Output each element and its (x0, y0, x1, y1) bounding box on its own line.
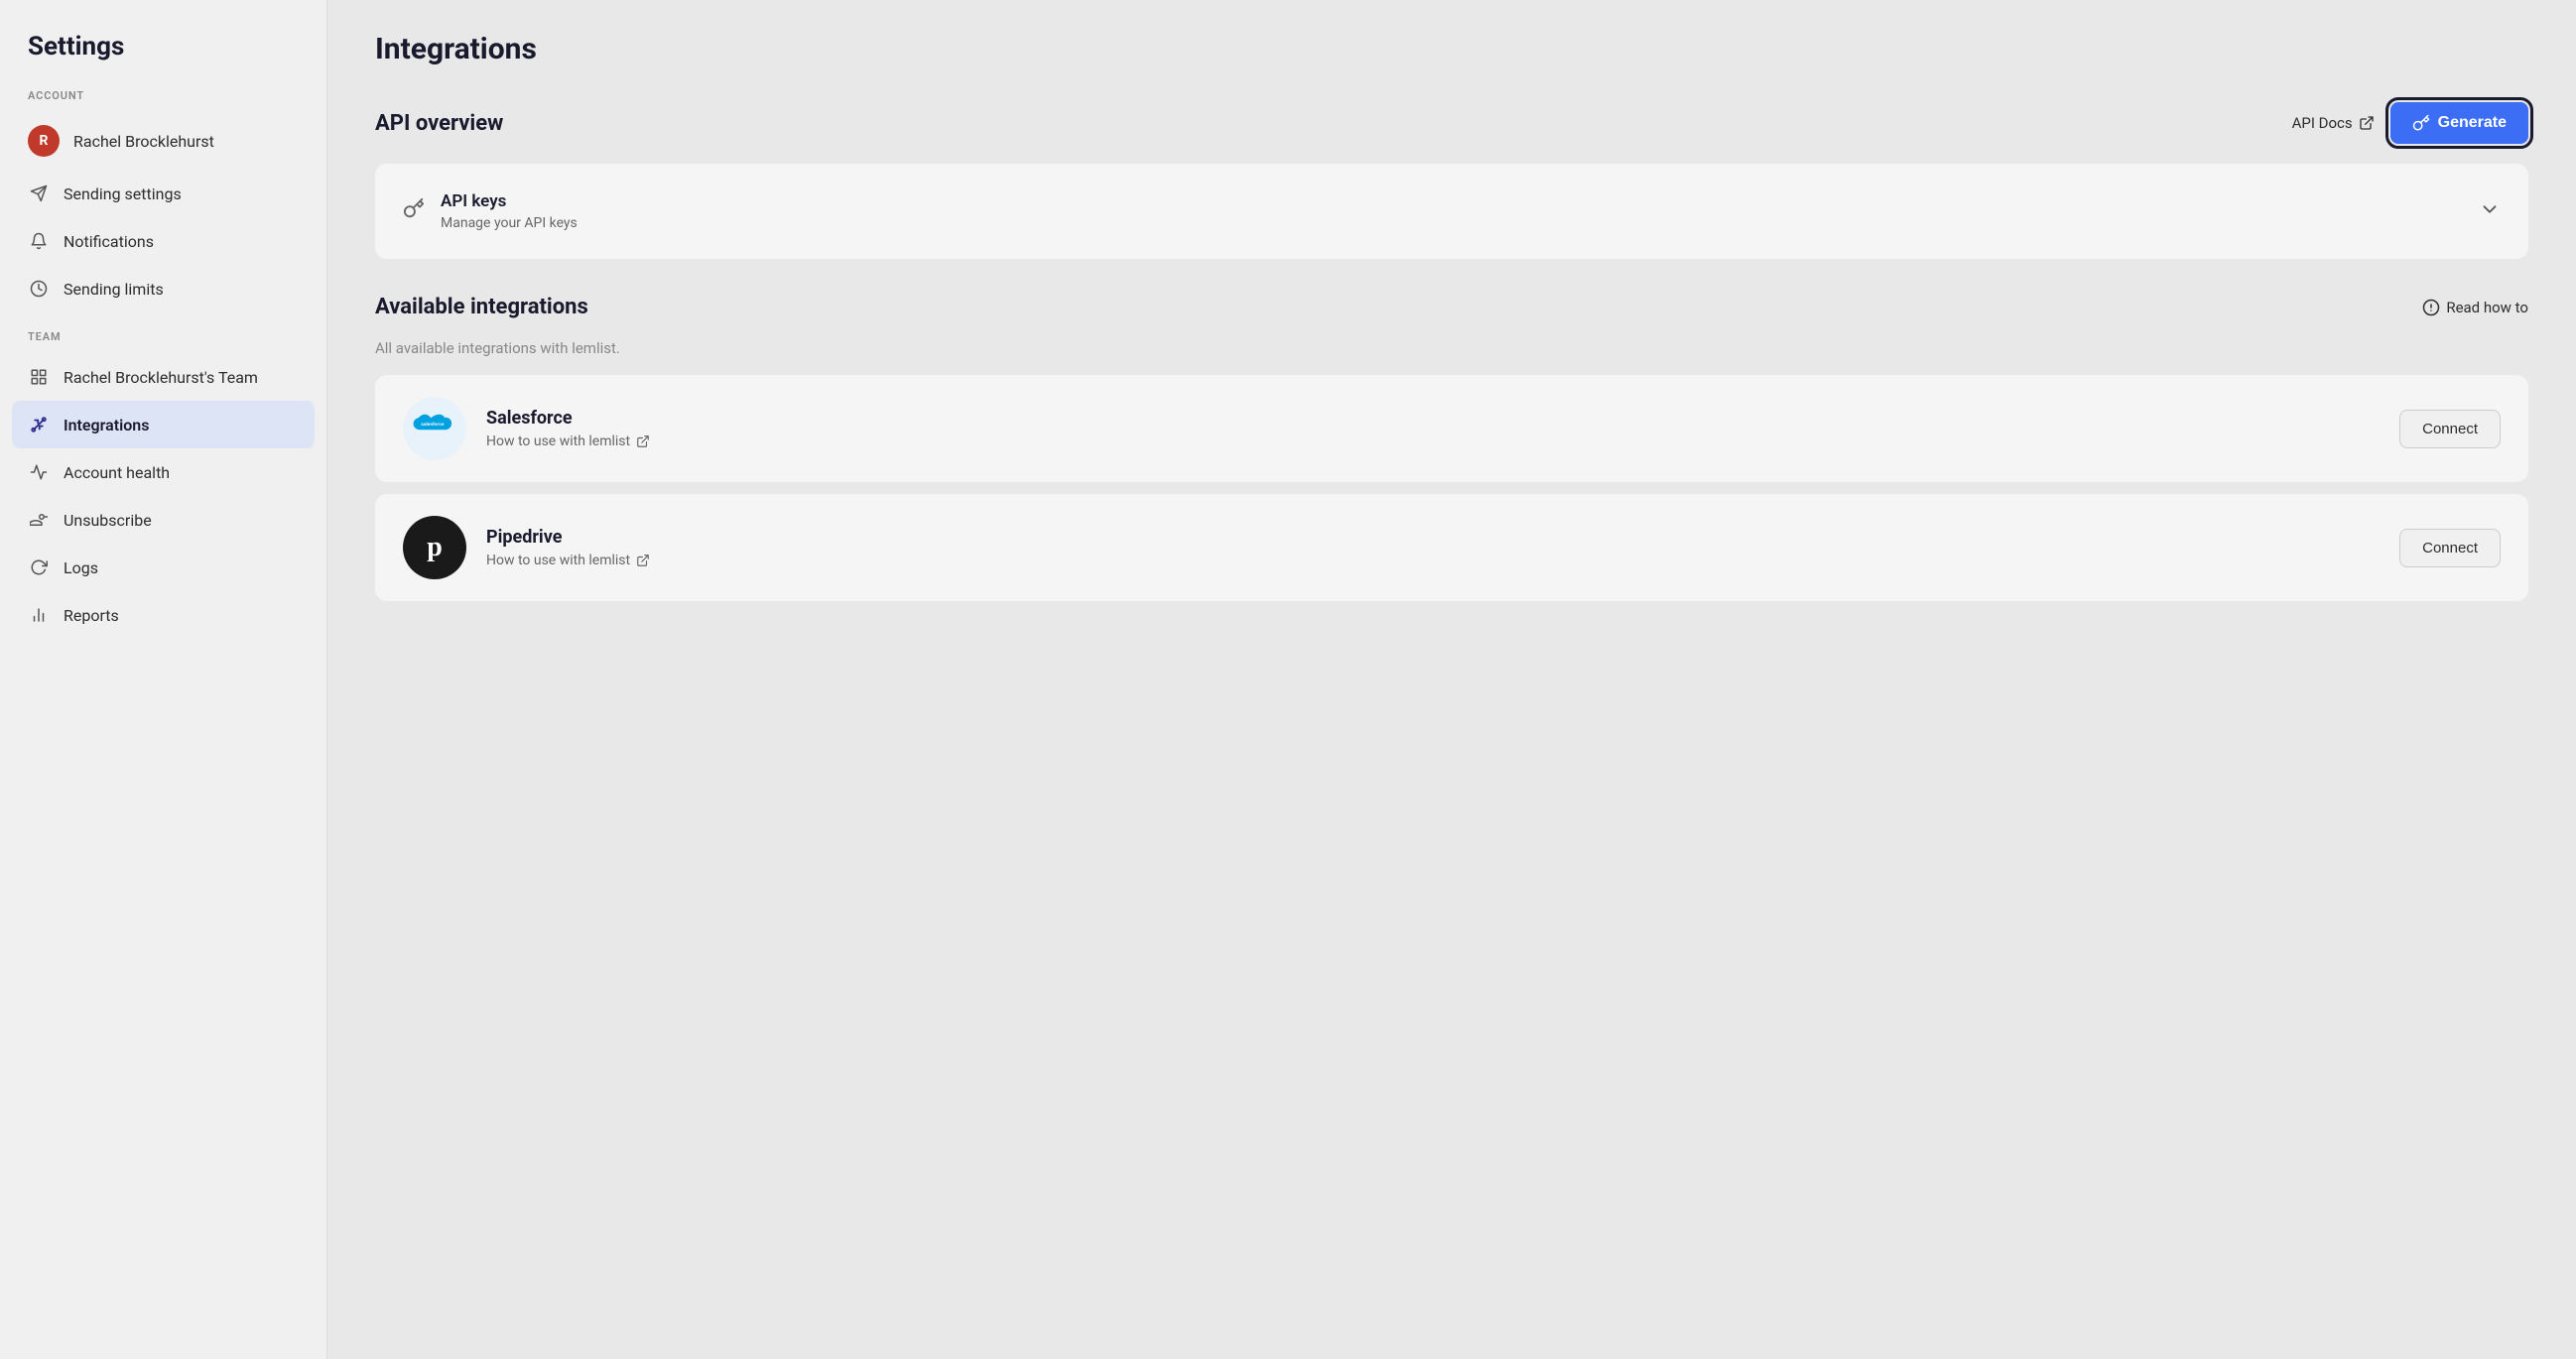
api-overview-title: API overview (375, 111, 503, 136)
pipedrive-info: Pipedrive How to use with lemlist (486, 527, 2380, 568)
activity-icon (28, 461, 50, 483)
integrations-title: Available integrations (375, 295, 588, 319)
salesforce-connect-button[interactable]: Connect (2399, 410, 2501, 448)
generate-label: Generate (2438, 114, 2507, 132)
user-minus-icon (28, 509, 50, 531)
integrations-description: All available integrations with lemlist. (375, 339, 2528, 357)
key-icon (2412, 114, 2430, 132)
external-link-icon (2359, 115, 2375, 131)
account-section-label: ACCOUNT (0, 89, 326, 112)
grid-icon (28, 366, 50, 388)
sidebar-item-label: Sending settings (64, 185, 182, 203)
sidebar: Settings ACCOUNT R Rachel Brocklehurst S… (0, 0, 327, 1359)
api-keys-row: API keys Manage your API keys (403, 191, 2501, 231)
bell-icon (28, 230, 50, 252)
page-title: Integrations (375, 32, 2528, 66)
api-docs-link[interactable]: API Docs (2292, 114, 2375, 132)
salesforce-name: Salesforce (486, 408, 2380, 429)
svg-text:salesforce: salesforce (421, 422, 445, 427)
sidebar-item-account-health[interactable]: Account health (0, 448, 326, 496)
sidebar-item-label: Unsubscribe (64, 511, 152, 530)
info-icon (2422, 299, 2440, 316)
api-keys-sub: Manage your API keys (441, 215, 2463, 231)
salesforce-info: Salesforce How to use with lemlist (486, 408, 2380, 449)
api-keys-info: API keys Manage your API keys (441, 191, 2463, 231)
sidebar-item-label: Logs (64, 558, 98, 577)
available-integrations-section: Available integrations Read how to All a… (375, 295, 2528, 601)
sidebar-item-label: Sending limits (64, 280, 164, 299)
sidebar-item-integrations[interactable]: Integrations (12, 401, 315, 448)
read-how-to-link[interactable]: Read how to (2422, 299, 2528, 316)
sidebar-item-label: Rachel Brocklehurst's Team (64, 368, 258, 387)
integrations-header: Available integrations Read how to (375, 295, 2528, 319)
sidebar-item-label: Notifications (64, 232, 154, 251)
sidebar-item-reports[interactable]: Reports (0, 591, 326, 639)
api-key-icon (403, 197, 425, 225)
send-icon (28, 183, 50, 204)
pipedrive-logo-letter: p (427, 532, 443, 563)
read-how-to-label: Read how to (2446, 299, 2528, 316)
external-link-icon (636, 554, 650, 567)
sidebar-item-user[interactable]: R Rachel Brocklehurst (0, 112, 326, 170)
sidebar-title: Settings (0, 32, 326, 89)
api-overview-card: API keys Manage your API keys (375, 164, 2528, 259)
sidebar-item-notifications[interactable]: Notifications (0, 217, 326, 265)
sidebar-item-team[interactable]: Rachel Brocklehurst's Team (0, 353, 326, 401)
chevron-down-icon[interactable] (2479, 198, 2501, 225)
pipedrive-logo: p (403, 516, 466, 579)
sidebar-item-sending-settings[interactable]: Sending settings (0, 170, 326, 217)
api-docs-label: API Docs (2292, 114, 2353, 132)
generate-button[interactable]: Generate (2390, 102, 2528, 144)
sidebar-item-logs[interactable]: Logs (0, 544, 326, 591)
pipedrive-connect-button[interactable]: Connect (2399, 529, 2501, 567)
sidebar-item-label: Rachel Brocklehurst (73, 132, 214, 151)
sidebar-item-label: Integrations (64, 416, 149, 434)
sidebar-item-sending-limits[interactable]: Sending limits (0, 265, 326, 312)
api-overview-header: API overview API Docs Generate (375, 102, 2528, 144)
avatar: R (28, 125, 60, 157)
plug-icon (28, 414, 50, 435)
logs-icon (28, 556, 50, 578)
gauge-icon (28, 278, 50, 300)
pipedrive-integration-card: p Pipedrive How to use with lemlist Conn… (375, 494, 2528, 601)
salesforce-integration-card: salesforce Salesforce How to use with le… (375, 375, 2528, 482)
main-content: Integrations API overview API Docs (327, 0, 2576, 1359)
api-keys-title: API keys (441, 191, 2463, 211)
pipedrive-name: Pipedrive (486, 527, 2380, 548)
salesforce-link[interactable]: How to use with lemlist (486, 433, 2380, 449)
api-overview-section: API overview API Docs Generate (375, 102, 2528, 259)
bar-chart-icon (28, 604, 50, 626)
external-link-icon (636, 434, 650, 448)
api-header-actions: API Docs Generate (2292, 102, 2528, 144)
salesforce-logo: salesforce (403, 397, 466, 460)
sidebar-item-unsubscribe[interactable]: Unsubscribe (0, 496, 326, 544)
sidebar-item-label: Reports (64, 606, 119, 625)
salesforce-cloud-icon: salesforce (413, 414, 456, 443)
pipedrive-link[interactable]: How to use with lemlist (486, 553, 2380, 568)
sidebar-item-label: Account health (64, 463, 170, 482)
team-section-label: TEAM (0, 330, 326, 353)
